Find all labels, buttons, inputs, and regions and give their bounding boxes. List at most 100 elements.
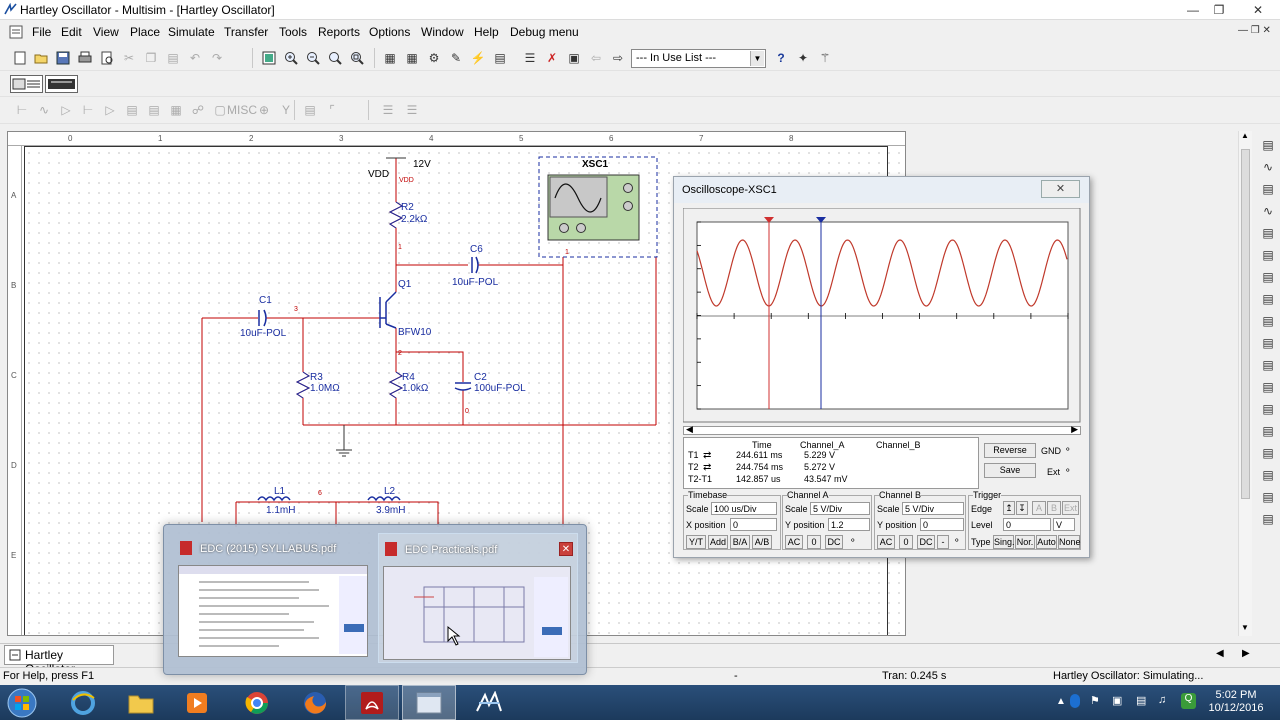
action-center-icon[interactable]: ⚑ [1090, 694, 1100, 707]
ttl-component-icon[interactable]: ▤ [124, 102, 140, 118]
oscilloscope-close-button[interactable]: ✕ [1041, 180, 1080, 198]
channel-b-scale-input[interactable]: 5 V/Div [902, 502, 964, 515]
x-position-input[interactable]: 0 [730, 518, 777, 531]
trigger-level-input[interactable]: 0 [1003, 518, 1051, 531]
zoom-area-icon[interactable] [327, 50, 343, 66]
multisim-taskbar[interactable] [462, 685, 516, 720]
menu-view[interactable]: View [93, 25, 119, 39]
acrobat-taskbar[interactable] [345, 685, 399, 720]
redo-icon[interactable]: ↷ [209, 50, 225, 66]
single-button[interactable]: Sing. [993, 535, 1015, 549]
restore-button[interactable]: ❐ [1206, 0, 1232, 20]
start-button[interactable] [0, 685, 44, 720]
align-icon[interactable]: ☰ [380, 102, 396, 118]
probe-icon[interactable] [45, 75, 78, 93]
gnd-terminal-icon[interactable]: ⚬ [1064, 444, 1072, 455]
q-app-icon[interactable]: Q [1181, 693, 1196, 709]
agilent-generator-icon[interactable]: ▤ [1260, 445, 1276, 461]
menu-simulate[interactable]: Simulate [168, 25, 215, 39]
misc-digital-icon[interactable]: ▦ [168, 102, 184, 118]
scrollbar-thumb[interactable] [1241, 149, 1250, 499]
hierarchical-block-icon[interactable]: ▤ [302, 102, 318, 118]
oscilloscope-title-bar[interactable]: Oscilloscope-XSC1 ✕ [674, 177, 1089, 203]
paste-icon[interactable]: ▤ [165, 50, 181, 66]
cmos-component-icon[interactable]: ▤ [146, 102, 162, 118]
multimeter-icon[interactable]: ▤ [1260, 137, 1276, 153]
channel-a-dc-button[interactable]: DC [825, 535, 843, 549]
spreadsheet-icon[interactable]: ▦ [404, 50, 420, 66]
thumbnail-edc-syllabus[interactable]: EDC (2015) SYLLABUS.pdf [174, 533, 369, 663]
component-search-icon[interactable]: ✦ [795, 50, 811, 66]
menu-file[interactable]: File [32, 25, 51, 39]
add-button[interactable]: Add [708, 535, 728, 549]
back-annotate-icon[interactable]: ⇦ [588, 50, 604, 66]
copy-icon[interactable]: ❐ [143, 50, 159, 66]
multisim-window-taskbar[interactable] [402, 685, 456, 720]
normal-button[interactable]: Nor. [1015, 535, 1035, 549]
ext-terminal-icon[interactable]: ⚬ [1064, 465, 1072, 476]
menu-tools[interactable]: Tools [279, 25, 307, 39]
misc-component-icon[interactable]: MISC [227, 102, 257, 118]
menu-debug[interactable]: Debug menu [510, 25, 579, 39]
instrument-icon[interactable] [10, 75, 43, 93]
erc-icon[interactable]: ✗ [544, 50, 560, 66]
device-icon[interactable]: ▣ [1112, 694, 1122, 707]
list-icon[interactable]: ☰ [522, 50, 538, 66]
rf-component-icon[interactable]: ⊕ [256, 102, 272, 118]
falling-edge-icon[interactable]: ↧ [1016, 501, 1028, 515]
none-button[interactable]: None [1058, 535, 1081, 549]
tektronix-oscilloscope-icon[interactable]: ▤ [1260, 511, 1276, 527]
oscilloscope-screen[interactable] [683, 208, 1081, 423]
iv-analyzer-icon[interactable]: ▤ [1260, 357, 1276, 373]
channel-b-dc-button[interactable]: DC [917, 535, 935, 549]
channel-b-ypos-input[interactable]: 0 [920, 518, 964, 531]
network-icon[interactable]: ▤ [1136, 694, 1146, 707]
trigger-a-button[interactable]: A [1032, 501, 1046, 515]
source-component-icon[interactable]: ⊢ [14, 102, 30, 118]
chrome-taskbar[interactable] [230, 685, 284, 720]
firefox-taskbar[interactable] [288, 685, 342, 720]
print-preview-icon[interactable] [99, 50, 115, 66]
tab-scroll-left-icon[interactable]: ◀ [1216, 648, 1224, 659]
bus-icon[interactable]: ⌜ [324, 102, 340, 118]
channel-a-zero-button[interactable]: 0 [807, 535, 821, 549]
internet-explorer-taskbar[interactable] [56, 685, 110, 720]
yt-button[interactable]: Y/T [686, 535, 706, 549]
channel-a-scale-input[interactable]: 5 V/Div [810, 502, 870, 515]
bode-plotter-icon[interactable]: ▤ [1260, 247, 1276, 263]
close-thumbnail-icon[interactable]: ✕ [559, 542, 573, 556]
agilent-multimeter-icon[interactable]: ▤ [1260, 467, 1276, 483]
print-icon[interactable] [77, 50, 93, 66]
cut-icon[interactable]: ✂ [121, 50, 137, 66]
agilent-oscilloscope-icon[interactable]: ▤ [1260, 489, 1276, 505]
bluetooth-icon[interactable] [1070, 694, 1080, 708]
show-hidden-icons[interactable]: ▲ [1056, 696, 1066, 707]
menu-options[interactable]: Options [369, 25, 410, 39]
open-icon[interactable] [33, 50, 49, 66]
board-icon[interactable]: ▣ [566, 50, 582, 66]
oscilloscope-window[interactable]: Oscilloscope-XSC1 ✕ ◀ ▶ Time Channel_A C… [673, 176, 1090, 558]
database-icon[interactable]: ⚙ [426, 50, 442, 66]
indicator-component-icon[interactable]: ▢ [212, 102, 228, 118]
fullscreen-icon[interactable] [261, 50, 277, 66]
zoom-fit-icon[interactable] [349, 50, 365, 66]
ab-button[interactable]: A/B [752, 535, 772, 549]
mdi-controls[interactable]: — ❐ ✕ [1238, 25, 1271, 36]
channel-a-ypos-input[interactable]: 1.2 [828, 518, 870, 531]
system-clock[interactable]: 5:02 PM 10/12/2016 [1206, 689, 1266, 715]
menu-window[interactable]: Window [421, 25, 464, 39]
tab-hartley-oscillator[interactable]: Hartley Oscillator [4, 645, 114, 676]
undo-icon[interactable]: ↶ [187, 50, 203, 66]
ba-button[interactable]: B/A [730, 535, 750, 549]
vertical-scrollbar[interactable]: ▲ ▼ [1238, 131, 1252, 636]
channel-b-zero-button[interactable]: 0 [899, 535, 913, 549]
channel-b-minus-button[interactable]: - [937, 535, 949, 549]
document-icon[interactable] [9, 25, 23, 39]
menu-place[interactable]: Place [130, 25, 160, 39]
toggle-design-toolbox-icon[interactable]: ▦ [382, 50, 398, 66]
media-player-taskbar[interactable] [170, 685, 224, 720]
zoom-out-icon[interactable] [305, 50, 321, 66]
reverse-button[interactable]: Reverse [984, 443, 1036, 458]
transistor-component-icon[interactable]: ⊢ [80, 102, 96, 118]
analog-component-icon[interactable]: ▷ [102, 102, 118, 118]
